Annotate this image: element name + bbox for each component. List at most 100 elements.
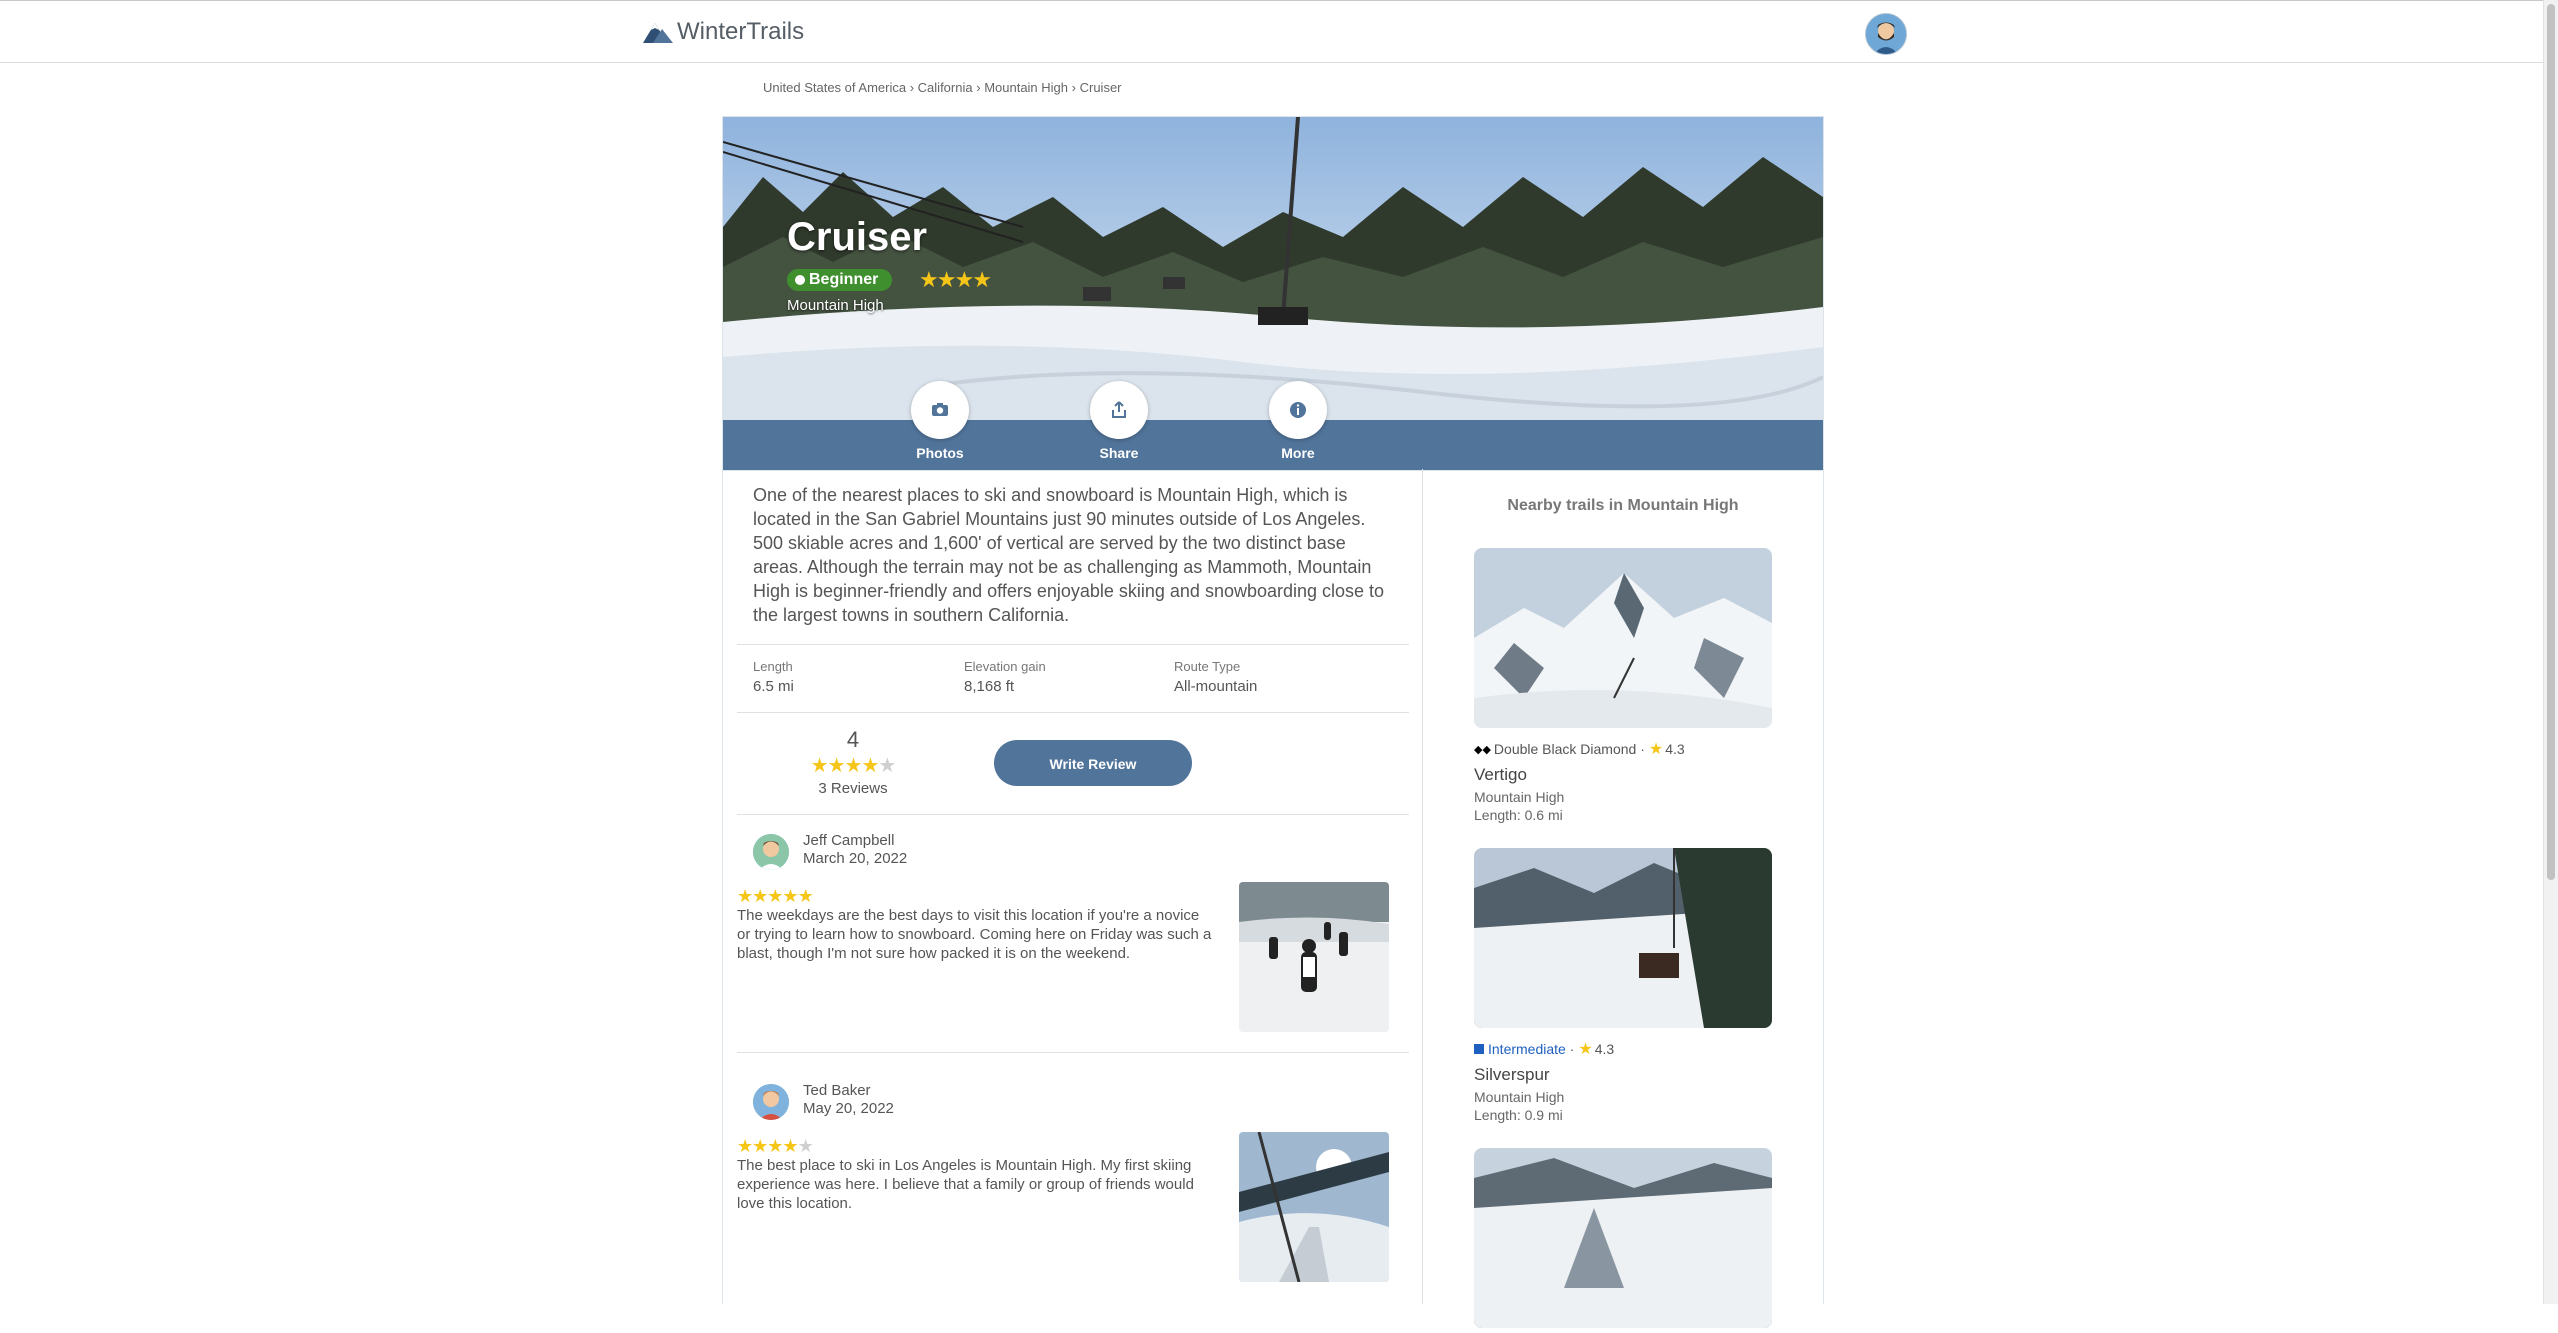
- photos-action[interactable]: Photos: [880, 381, 1000, 461]
- divider: [737, 814, 1409, 815]
- review-date: March 20, 2022: [803, 850, 908, 867]
- breadcrumb-separator: ›: [976, 80, 981, 95]
- share-icon: [1112, 401, 1126, 418]
- review-date: May 20, 2022: [803, 1100, 894, 1117]
- nearby-trail-rating: 4.3: [1665, 741, 1685, 757]
- breadcrumb: United States of America › California › …: [763, 80, 1122, 95]
- star-icon: ★: [782, 1136, 798, 1156]
- stat-value: All-mountain: [1174, 678, 1258, 695]
- info-icon: [1290, 402, 1306, 418]
- breadcrumb-trail: Cruiser: [1079, 80, 1122, 95]
- logo[interactable]: WinterTrails: [643, 17, 804, 47]
- trail-title: Cruiser: [787, 215, 928, 259]
- review-photo[interactable]: [1239, 1132, 1389, 1282]
- star-icon: ★: [767, 886, 783, 906]
- stat-value: 6.5 mi: [753, 678, 794, 695]
- stat-length: Length 6.5 mi: [753, 659, 794, 695]
- more-action[interactable]: More: [1238, 381, 1358, 461]
- divider: [737, 644, 1409, 645]
- photos-button[interactable]: [911, 381, 969, 439]
- divider: [737, 712, 1409, 713]
- trail-hero: Cruiser Beginner ★★★★ Mountain High Phot…: [722, 116, 1824, 471]
- difficulty-badge: Beginner: [787, 269, 893, 291]
- trail-description: One of the nearest places to ski and sno…: [753, 485, 1385, 625]
- nearby-trail-image[interactable]: [1474, 548, 1772, 728]
- more-button[interactable]: [1269, 381, 1327, 439]
- review-photo[interactable]: [1239, 882, 1389, 1032]
- more-label: More: [1281, 445, 1315, 461]
- star-icon: ★: [1648, 741, 1664, 758]
- user-avatar-icon: [1866, 14, 1906, 54]
- stat-value: 8,168 ft: [964, 678, 1015, 695]
- nearby-trails-heading: Nearby trails in Mountain High: [1507, 497, 1739, 514]
- star-empty-icon: ★: [797, 1136, 814, 1156]
- reviewer-avatar: [753, 834, 789, 870]
- reviewer-avatar-icon: [753, 1084, 789, 1120]
- nearby-trail-resort: Mountain High: [1474, 789, 1565, 805]
- star-icon: ★: [827, 755, 846, 777]
- review-stars: ★★★★★: [737, 886, 814, 907]
- stat-label: Length: [753, 659, 793, 674]
- review-text: The best place to ski in Los Angeles is …: [737, 1157, 1194, 1212]
- rating-summary: 4 ★★★★★ 3 Reviews: [798, 727, 908, 797]
- reviewer-name: Jeff Campbell: [803, 832, 895, 849]
- review-count: 3 Reviews: [818, 780, 888, 797]
- write-review-button[interactable]: Write Review: [994, 740, 1192, 786]
- trail-rating-stars: ★★★★: [919, 267, 992, 293]
- stat-label: Elevation gain: [964, 659, 1046, 674]
- meta-separator: ·: [1636, 741, 1645, 757]
- star-icon: ★: [972, 267, 992, 292]
- nearby-trail-card[interactable]: ◆◆ Double Black Diamond · ★ 4.3 Vertigo …: [1474, 548, 1772, 823]
- share-action[interactable]: Share: [1059, 381, 1179, 461]
- rating-summary-stars: ★★★★★: [798, 753, 908, 778]
- mountain-logo-icon: [643, 23, 673, 43]
- nearby-trail-difficulty: Double Black Diamond: [1493, 741, 1637, 757]
- star-icon: ★: [752, 1136, 768, 1156]
- star-icon: ★: [737, 886, 753, 906]
- nearby-trail-meta: ◆◆ Double Black Diamond · ★ 4.3: [1474, 739, 1772, 759]
- top-nav-bar: WinterTrails: [0, 0, 2544, 63]
- star-icon: ★: [752, 886, 768, 906]
- star-icon: ★: [797, 886, 814, 906]
- rating-average: 4: [846, 727, 860, 752]
- divider: [737, 1052, 1409, 1053]
- user-avatar[interactable]: [1865, 13, 1907, 55]
- share-button[interactable]: [1090, 381, 1148, 439]
- nearby-trail-name[interactable]: Vertigo: [1474, 765, 1772, 785]
- nearby-trail-card[interactable]: [1474, 1148, 1772, 1333]
- review-stars: ★★★★★: [737, 1136, 814, 1157]
- reviewer-avatar: [753, 1084, 789, 1120]
- nearby-trail-image[interactable]: [1474, 848, 1772, 1028]
- nearby-trail-length: Length: 0.9 mi: [1474, 1107, 1563, 1123]
- blue-square-icon: [1474, 1044, 1484, 1054]
- breadcrumb-country[interactable]: United States of America: [763, 80, 906, 95]
- breadcrumb-resort[interactable]: Mountain High: [984, 80, 1068, 95]
- share-label: Share: [1099, 445, 1139, 461]
- column-divider: [1422, 469, 1423, 1304]
- nearby-trail-name[interactable]: Silverspur: [1474, 1065, 1772, 1085]
- reviewer-avatar-icon: [753, 834, 789, 870]
- star-empty-icon: ★: [878, 755, 896, 777]
- trail-resort[interactable]: Mountain High: [787, 297, 884, 314]
- nearby-trail-card[interactable]: Intermediate · ★ 4.3 Silverspur Mountain…: [1474, 848, 1772, 1123]
- logo-text: WinterTrails: [677, 18, 805, 45]
- scrollbar-thumb[interactable]: [2547, 4, 2555, 880]
- nearby-trail-difficulty: Intermediate: [1488, 1041, 1566, 1057]
- nearby-trail-image[interactable]: [1474, 1148, 1772, 1328]
- page-scrollbar[interactable]: [2543, 0, 2558, 1304]
- nearby-trail-length: Length: 0.6 mi: [1474, 807, 1563, 823]
- nearby-trail-meta: Intermediate · ★ 4.3: [1474, 1039, 1772, 1059]
- breadcrumb-separator: ›: [1071, 80, 1076, 95]
- camera-icon: [932, 403, 948, 416]
- star-icon: ★: [782, 886, 798, 906]
- breadcrumb-state[interactable]: California: [918, 80, 973, 95]
- double-diamond-icon: ◆◆: [1474, 743, 1491, 756]
- star-icon: ★: [954, 267, 974, 292]
- stat-label: Route Type: [1174, 659, 1241, 674]
- breadcrumb-separator: ›: [909, 80, 915, 95]
- star-icon: ★: [919, 267, 939, 292]
- review-text: The weekdays are the best days to visit …: [737, 907, 1212, 962]
- star-icon: ★: [737, 1136, 753, 1156]
- trail-content: One of the nearest places to ski and sno…: [722, 469, 1824, 1328]
- hero-image: [723, 117, 1823, 422]
